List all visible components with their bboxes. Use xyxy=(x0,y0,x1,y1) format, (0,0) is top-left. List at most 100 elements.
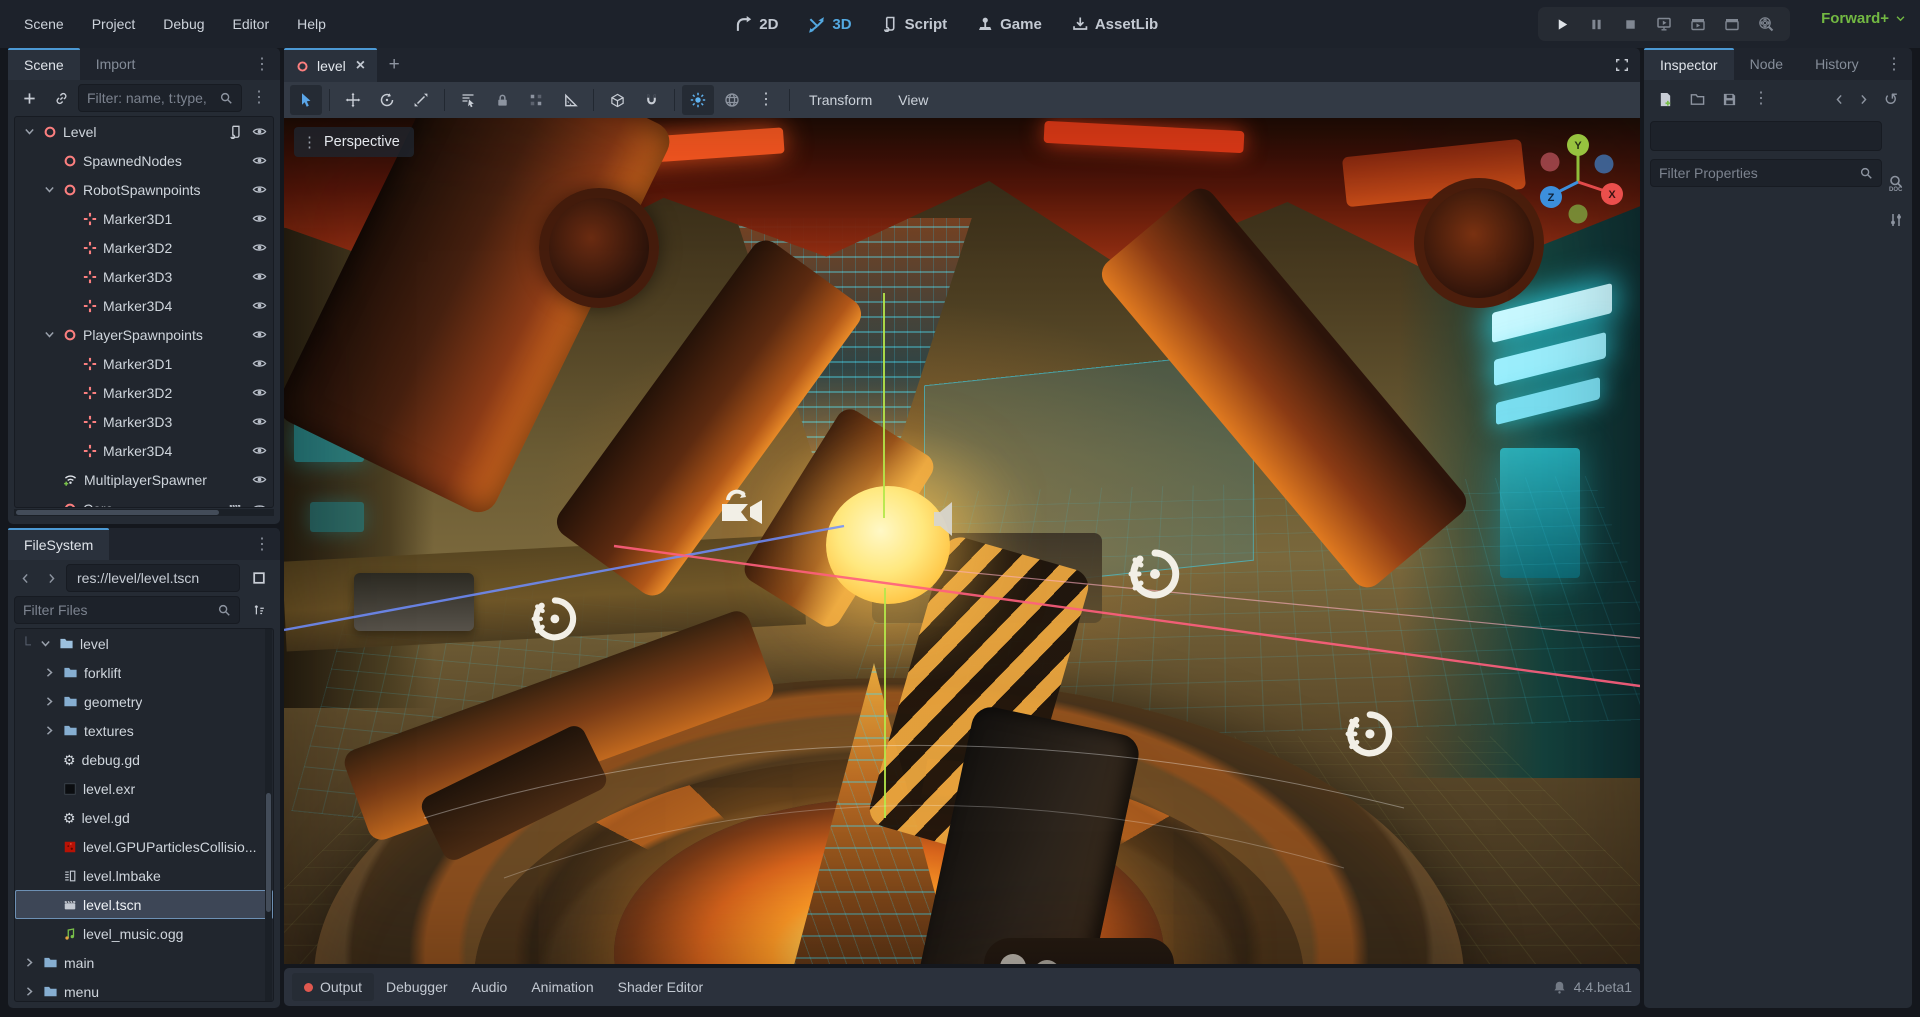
fs-tree-row[interactable]: ⚙level.gd xyxy=(15,803,273,832)
fs-tree-row[interactable]: ⚙debug.gd xyxy=(15,745,273,774)
list-select-tool-button[interactable] xyxy=(452,85,484,115)
scene-tree-row[interactable]: SpawnedNodes xyxy=(15,146,273,175)
fs-vscrollbar[interactable] xyxy=(265,629,272,1001)
menu-scene[interactable]: Scene xyxy=(12,10,76,38)
scene-tree-row[interactable]: Marker3D4 xyxy=(15,436,273,465)
visibility-eye-icon[interactable] xyxy=(252,153,267,168)
inspector-dock-menu-icon[interactable]: ⋮ xyxy=(1876,48,1912,80)
preview-environment-button[interactable] xyxy=(716,85,748,115)
scene-tree-row[interactable]: RobotSpawnpoints xyxy=(15,175,273,204)
perspective-menu[interactable]: ⋮ Perspective xyxy=(294,127,414,157)
visibility-eye-icon[interactable] xyxy=(252,298,267,313)
fs-tree-row[interactable]: geometry xyxy=(15,687,273,716)
scene-tree-row[interactable]: Level xyxy=(15,117,273,146)
move-tool-button[interactable] xyxy=(337,85,369,115)
scene-dock-menu-icon[interactable]: ⋮ xyxy=(244,48,280,80)
remote-debug-button[interactable] xyxy=(1650,10,1678,38)
distraction-free-button[interactable] xyxy=(1604,48,1640,82)
workspace-tab-2d[interactable]: 2D xyxy=(725,11,788,38)
bottom-tab-output[interactable]: Output xyxy=(292,973,374,1001)
property-tools-button[interactable] xyxy=(1884,212,1908,228)
scene-tree-row[interactable]: Marker3D1 xyxy=(15,204,273,233)
scene-tree-row[interactable]: Marker3D1 xyxy=(15,349,273,378)
bell-icon[interactable] xyxy=(1552,980,1567,995)
fs-tree-row[interactable]: level.exr xyxy=(15,774,273,803)
tab-history[interactable]: History xyxy=(1799,48,1875,80)
tab-inspector[interactable]: Inspector xyxy=(1644,48,1734,80)
ruler-tool-button[interactable] xyxy=(554,85,586,115)
rotate-tool-button[interactable] xyxy=(371,85,403,115)
bottom-tab-animation[interactable]: Animation xyxy=(519,973,605,1001)
fs-tree-row[interactable]: level.tscn xyxy=(15,890,273,919)
fs-forward-button[interactable] xyxy=(40,564,62,592)
fs-split-view-button[interactable] xyxy=(244,564,274,592)
load-resource-button[interactable] xyxy=(1682,85,1712,113)
preview-sun-button[interactable] xyxy=(682,85,714,115)
fs-tree-row[interactable]: textures xyxy=(15,716,273,745)
fs-back-button[interactable] xyxy=(14,564,36,592)
play-scene-button[interactable] xyxy=(1684,10,1712,38)
close-icon[interactable]: × xyxy=(356,57,365,75)
visibility-eye-icon[interactable] xyxy=(252,501,267,508)
search-help-button[interactable]: DOC xyxy=(1884,174,1908,192)
fs-tree-row[interactable]: menu xyxy=(15,977,273,1002)
scene-tree-row[interactable]: Core xyxy=(15,494,273,508)
play-custom-scene-button[interactable] xyxy=(1718,10,1746,38)
tab-scene[interactable]: Scene xyxy=(8,48,80,80)
movie-maker-button[interactable] xyxy=(1752,10,1780,38)
scene-filter-input[interactable]: Filter: name, t:type, xyxy=(78,84,242,112)
scene-tree-row[interactable]: Marker3D2 xyxy=(15,233,273,262)
bottom-tab-shader-editor[interactable]: Shader Editor xyxy=(606,973,716,1001)
visibility-eye-icon[interactable] xyxy=(252,414,267,429)
filesystem-dock-menu-icon[interactable]: ⋮ xyxy=(244,528,280,560)
renderer-dropdown[interactable]: Forward+ xyxy=(1821,10,1906,27)
visibility-eye-icon[interactable] xyxy=(252,327,267,342)
save-resource-button[interactable] xyxy=(1714,85,1744,113)
bottom-tab-audio[interactable]: Audio xyxy=(460,973,520,1001)
fs-tree-row[interactable]: level.lmbake xyxy=(15,861,273,890)
new-scene-tab-button[interactable]: + xyxy=(377,48,411,82)
group-node-button[interactable] xyxy=(520,85,552,115)
tab-filesystem[interactable]: FileSystem xyxy=(8,528,109,560)
tab-import[interactable]: Import xyxy=(80,48,152,80)
visibility-eye-icon[interactable] xyxy=(252,124,267,139)
select-tool-button[interactable] xyxy=(290,85,322,115)
new-resource-button[interactable] xyxy=(1650,85,1680,113)
history-back-button[interactable] xyxy=(1828,85,1850,113)
tab-node[interactable]: Node xyxy=(1734,48,1799,80)
instance-scene-button[interactable] xyxy=(46,84,76,112)
visibility-eye-icon[interactable] xyxy=(252,182,267,197)
scene-tree-row[interactable]: Marker3D4 xyxy=(15,291,273,320)
scene-tree-row[interactable]: Marker3D2 xyxy=(15,378,273,407)
fs-sort-button[interactable] xyxy=(244,596,274,624)
scene-tree-row[interactable]: Marker3D3 xyxy=(15,262,273,291)
play-button[interactable] xyxy=(1548,10,1576,38)
menu-editor[interactable]: Editor xyxy=(221,10,282,38)
fs-filter-input[interactable]: Filter Files xyxy=(14,596,240,624)
visibility-eye-icon[interactable] xyxy=(252,269,267,284)
fs-tree-row[interactable]: level.GPUParticlesCollisio... xyxy=(15,832,273,861)
visibility-eye-icon[interactable] xyxy=(252,356,267,371)
menu-help[interactable]: Help xyxy=(285,10,338,38)
scene-tree-row[interactable]: Marker3D3 xyxy=(15,407,273,436)
transform-menu[interactable]: Transform xyxy=(797,87,884,113)
local-space-button[interactable] xyxy=(601,85,633,115)
scale-tool-button[interactable] xyxy=(405,85,437,115)
sun-env-options-button[interactable]: ⋮ xyxy=(750,85,782,115)
visibility-eye-icon[interactable] xyxy=(252,385,267,400)
visibility-eye-icon[interactable] xyxy=(252,211,267,226)
resource-options-button[interactable]: ⋮ xyxy=(1746,85,1776,113)
workspace-tab-game[interactable]: Game xyxy=(967,11,1052,38)
add-node-button[interactable] xyxy=(14,84,44,112)
lock-node-button[interactable] xyxy=(486,85,518,115)
stop-button[interactable] xyxy=(1616,10,1644,38)
workspace-tab-assetlib[interactable]: AssetLib xyxy=(1062,11,1168,38)
fs-tree-row[interactable]: forklift xyxy=(15,658,273,687)
visibility-eye-icon[interactable] xyxy=(252,472,267,487)
menu-debug[interactable]: Debug xyxy=(151,10,216,38)
fs-path-field[interactable]: res://level/level.tscn xyxy=(66,564,240,592)
scene-tree-menu-button[interactable]: ⋮ xyxy=(244,84,274,112)
visibility-eye-icon[interactable] xyxy=(252,240,267,255)
script-icon[interactable] xyxy=(228,125,242,139)
object-history-button[interactable]: ↺ xyxy=(1876,85,1906,113)
